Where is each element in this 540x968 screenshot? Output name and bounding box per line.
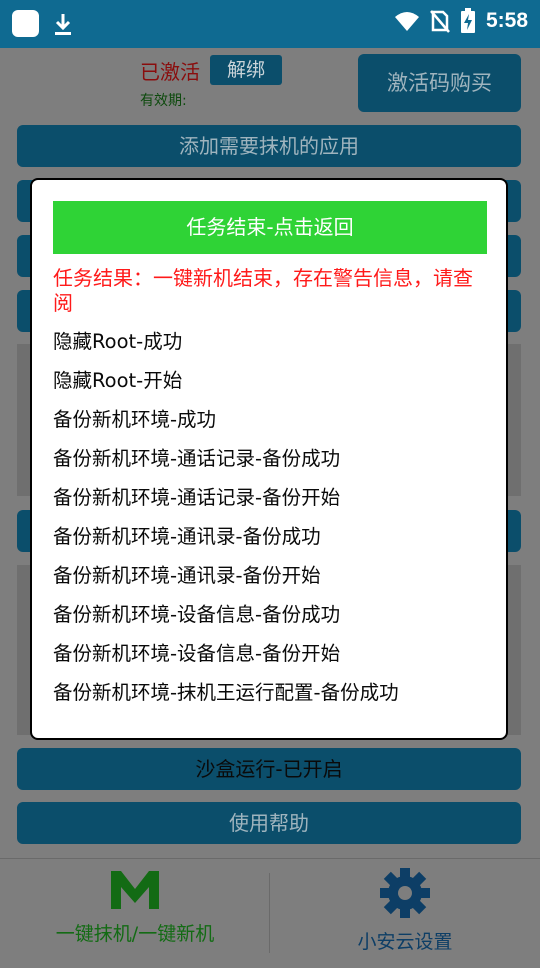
task-log-list: 隐藏Root-成功 隐藏Root-开始 备份新机环境-成功 备份新机环境-通话记… bbox=[53, 326, 493, 716]
nav-xiaoan-settings[interactable]: 小安云设置 bbox=[270, 867, 540, 954]
buy-activation-code-button[interactable]: 激活码购买 bbox=[358, 54, 521, 112]
wifi-icon bbox=[394, 12, 419, 31]
sandbox-toggle-button[interactable]: 沙盒运行-已开启 bbox=[17, 748, 521, 790]
help-button[interactable]: 使用帮助 bbox=[17, 802, 521, 844]
status-clock: 5:58 bbox=[485, 9, 528, 32]
task-result-dialog: 任务结束-点击返回 任务结果：一键新机结束，存在警告信息，请查阅 隐藏Root-… bbox=[30, 178, 508, 740]
log-item: 备份新机环境-抹机王运行配置-备份成功 bbox=[53, 681, 399, 704]
m-logo-icon bbox=[111, 871, 159, 909]
app-notification-icon bbox=[12, 10, 39, 37]
log-item: 隐藏Root-开始 bbox=[53, 369, 183, 392]
gear-icon bbox=[380, 868, 430, 918]
no-sim-icon bbox=[430, 10, 450, 33]
nav-one-click-reset[interactable]: 一键抹机/一键新机 bbox=[0, 867, 270, 946]
status-bar: 5:58 bbox=[0, 0, 540, 48]
add-apps-button[interactable]: 添加需要抹机的应用 bbox=[17, 125, 521, 167]
log-item: 备份新机环境-成功 bbox=[53, 408, 217, 431]
nav-label-settings: 小安云设置 bbox=[357, 931, 453, 953]
bottom-nav: 一键抹机/一键新机 小安云设置 bbox=[0, 858, 540, 968]
log-item: 备份新机环境-通话记录-备份开始 bbox=[53, 486, 341, 509]
log-item: 隐藏Root-成功 bbox=[53, 330, 183, 353]
log-item: 备份新机环境-通讯录-备份开始 bbox=[53, 564, 321, 587]
nav-label-reset: 一键抹机/一键新机 bbox=[55, 923, 215, 945]
log-item: 备份新机环境-通讯录-备份成功 bbox=[53, 525, 321, 548]
log-item: 备份新机环境-设备信息-备份成功 bbox=[53, 603, 341, 626]
task-end-return-button[interactable]: 任务结束-点击返回 bbox=[53, 201, 487, 254]
download-icon bbox=[55, 13, 71, 35]
unbind-button[interactable]: 解绑 bbox=[210, 55, 282, 85]
validity-label: 有效期: bbox=[140, 93, 187, 109]
activation-status: 已激活 bbox=[140, 60, 200, 84]
log-item: 备份新机环境-设备信息-备份开始 bbox=[53, 642, 341, 665]
battery-charging-icon bbox=[460, 8, 475, 33]
log-item: 备份新机环境-通话记录-备份成功 bbox=[53, 447, 341, 470]
task-result-message: 任务结果：一键新机结束，存在警告信息，请查阅 bbox=[53, 266, 473, 315]
